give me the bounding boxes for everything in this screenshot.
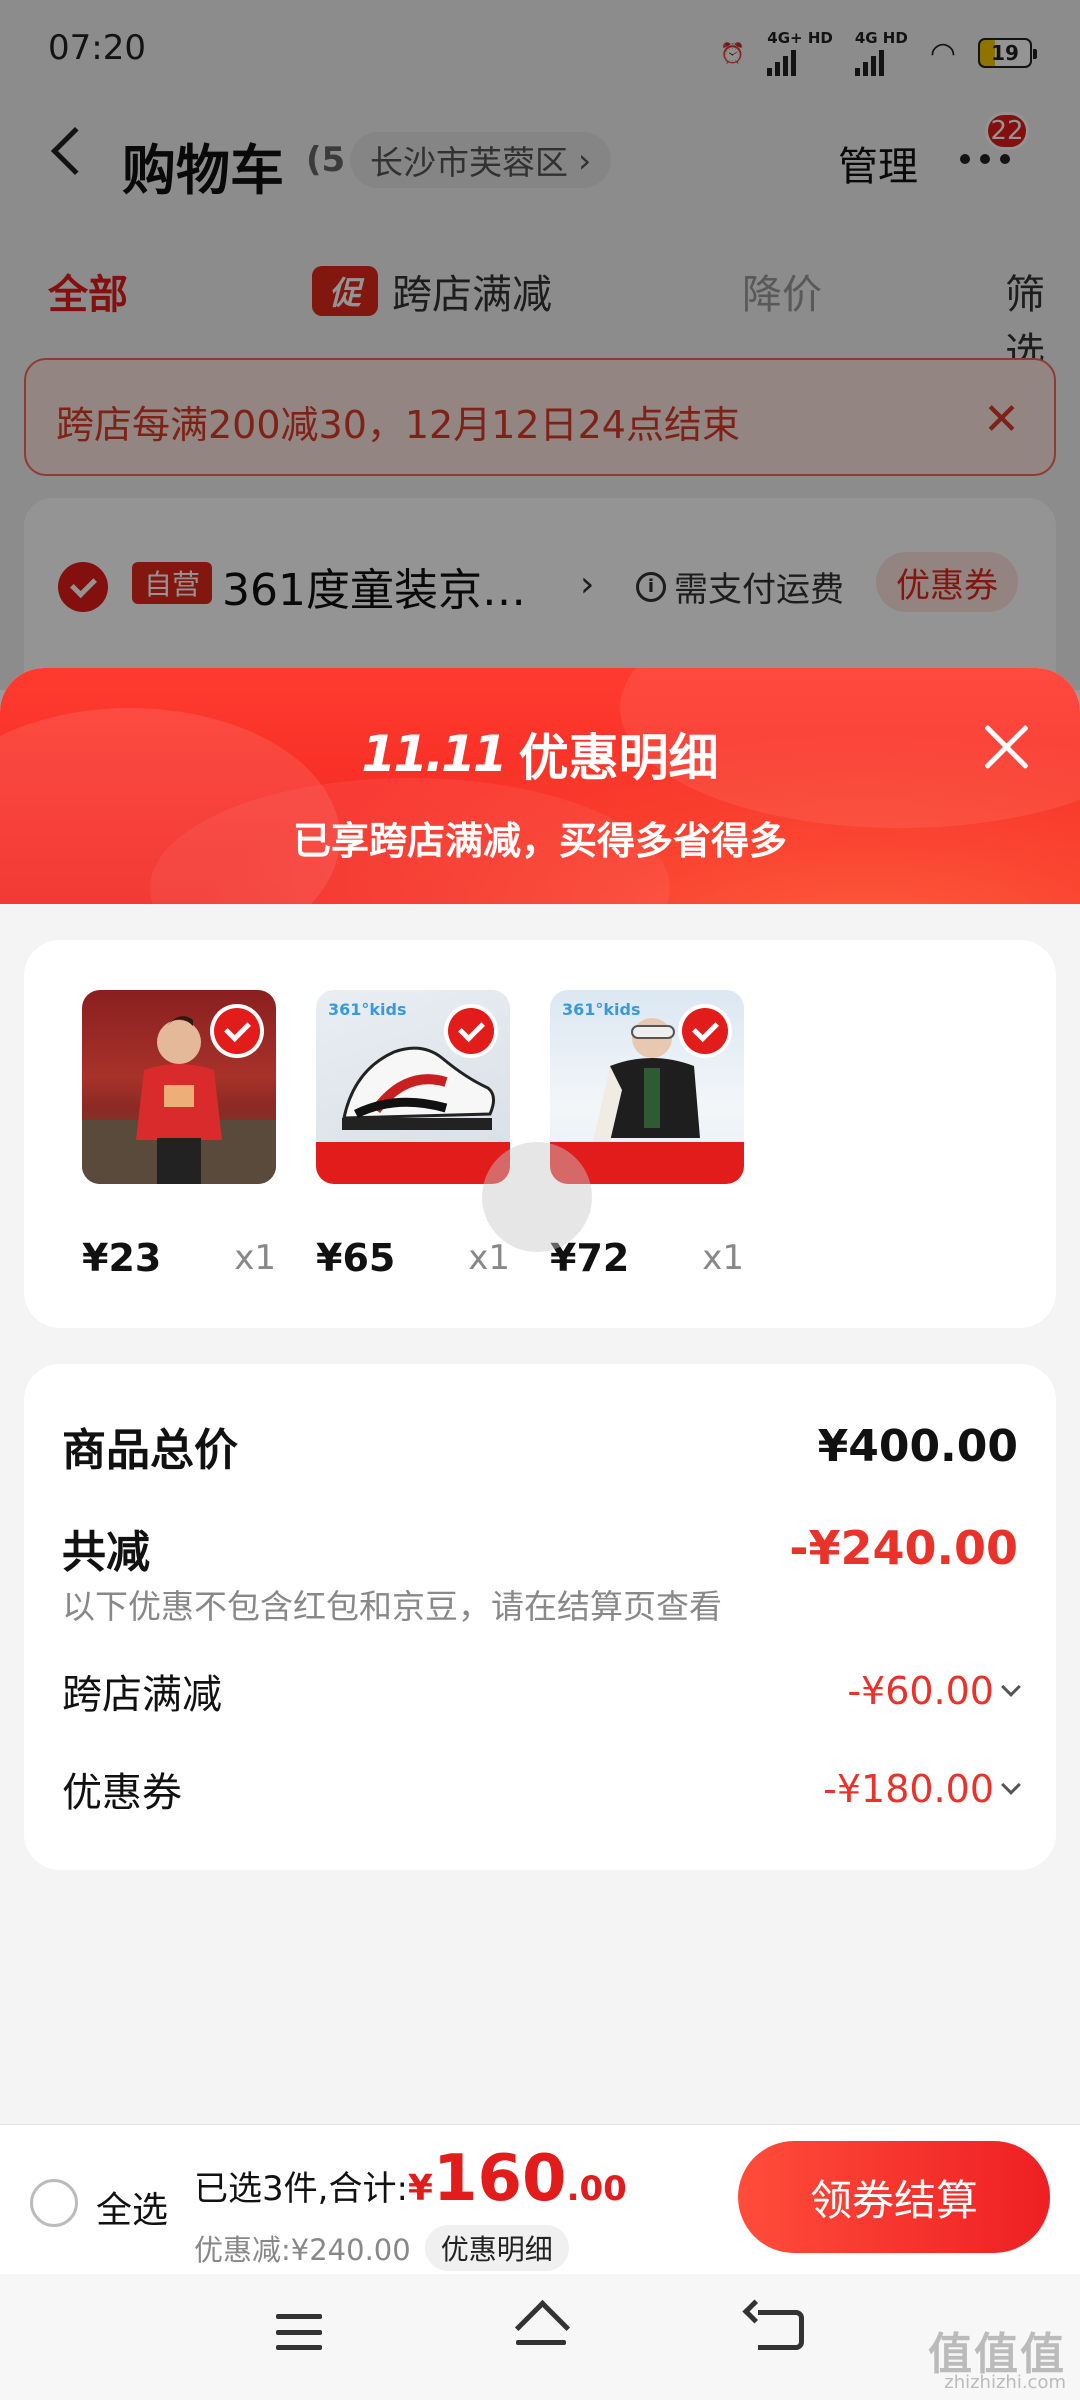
product-quantity: x1 xyxy=(702,1238,744,1278)
brand-label: 361°kids xyxy=(328,1000,407,1019)
product-quantity: x1 xyxy=(234,1238,276,1278)
discount-row[interactable]: 优惠券 -¥180.00 xyxy=(62,1760,1021,1818)
selected-count-text: 已选3件,合计: xyxy=(194,2169,408,2209)
product-image: 361°kids xyxy=(550,990,744,1184)
product-image xyxy=(82,990,276,1184)
price-summary-card: 商品总价 ¥400.00 共减 -¥240.00 以下优惠不包含红包和京豆，请在… xyxy=(24,1364,1056,1870)
home-icon[interactable] xyxy=(514,2304,568,2356)
price-promo-strip xyxy=(316,1142,510,1184)
product-checked-icon[interactable] xyxy=(682,1008,728,1054)
discount-amount: -¥60.00 xyxy=(847,1669,994,1713)
total-price-label: 商品总价 xyxy=(62,1425,238,1476)
product-item[interactable]: 361°kids ¥65 x1 xyxy=(316,990,510,1280)
modal-overlay[interactable] xyxy=(0,0,1080,690)
chevron-down-icon[interactable] xyxy=(1001,1775,1021,1795)
system-navigation-bar: 值值值 zhizhizhi.com xyxy=(0,2274,1080,2400)
total-price-value: ¥400.00 xyxy=(817,1420,1018,1472)
brand-label: 361°kids xyxy=(562,1000,641,1019)
sheet-title: 11.11 优惠明细 xyxy=(0,718,1080,790)
product-image: 361°kids xyxy=(316,990,510,1184)
touch-indicator xyxy=(482,1142,592,1252)
select-all-checkbox[interactable] xyxy=(30,2179,78,2227)
checkout-button[interactable]: 领券结算 xyxy=(738,2141,1050,2253)
discount-row[interactable]: 跨店满减 -¥60.00 xyxy=(62,1662,1021,1720)
menu-icon[interactable] xyxy=(276,2314,322,2350)
selected-products-card: ¥23 x1 361°kids ¥65 x1 361°kids ¥72 x1 xyxy=(24,940,1056,1328)
discount-label: 优惠券 xyxy=(62,1770,182,1816)
total-reduce-label: 共减 xyxy=(62,1527,150,1578)
discount-value: -¥60.00 xyxy=(847,1669,1021,1713)
discount-detail-button[interactable]: 优惠明细 xyxy=(424,2225,569,2271)
discount-amount: -¥180.00 xyxy=(823,1767,994,1811)
reduced-info: 优惠减:¥240.00 优惠明细 xyxy=(194,2225,569,2271)
product-item[interactable]: ¥23 x1 xyxy=(82,990,276,1280)
double-eleven-logo: 11.11 xyxy=(361,725,507,783)
product-checked-icon[interactable] xyxy=(448,1008,494,1054)
reduced-amount: 优惠减:¥240.00 xyxy=(194,2233,411,2267)
product-quantity: x1 xyxy=(468,1238,510,1278)
reduce-note: 以下优惠不包含红包和京豆，请在结算页查看 xyxy=(62,1587,722,1626)
total-decimal: .00 xyxy=(566,2169,627,2209)
product-price: ¥23 xyxy=(82,1236,162,1280)
total-reduce-row: 共减 -¥240.00 xyxy=(62,1516,1018,1580)
total-reduce-value: -¥240.00 xyxy=(789,1521,1018,1575)
selected-total: 已选3件,合计: ¥ 160 .00 xyxy=(194,2142,627,2216)
select-all-label[interactable]: 全选 xyxy=(96,2181,168,2233)
sheet-subtitle: 已享跨店满减，买得多省得多 xyxy=(292,819,787,863)
total-price-row: 商品总价 ¥400.00 xyxy=(62,1414,1018,1478)
product-checked-icon[interactable] xyxy=(214,1008,260,1054)
sheet-header: 11.11 优惠明细 已享跨店满减，买得多省得多 xyxy=(0,668,1080,904)
product-item[interactable]: 361°kids ¥72 x1 xyxy=(550,990,744,1280)
discount-label: 跨店满减 xyxy=(62,1672,222,1718)
checkout-bar: 全选 已选3件,合计: ¥ 160 .00 优惠减:¥240.00 优惠明细 领… xyxy=(0,2124,1080,2274)
discount-detail-sheet: 11.11 优惠明细 已享跨店满减，买得多省得多 ¥23 x1 361°kids… xyxy=(0,668,1080,2400)
product-price: ¥65 xyxy=(316,1236,396,1280)
watermark-url: zhizhizhi.com xyxy=(944,2372,1066,2393)
currency-symbol: ¥ xyxy=(407,2168,433,2209)
chevron-down-icon[interactable] xyxy=(1001,1677,1021,1697)
total-integer: 160 xyxy=(432,2142,567,2216)
back-icon[interactable] xyxy=(758,2310,804,2350)
close-icon[interactable] xyxy=(978,718,1034,774)
sheet-title-text: 优惠明细 xyxy=(518,729,719,787)
discount-value: -¥180.00 xyxy=(823,1767,1021,1811)
